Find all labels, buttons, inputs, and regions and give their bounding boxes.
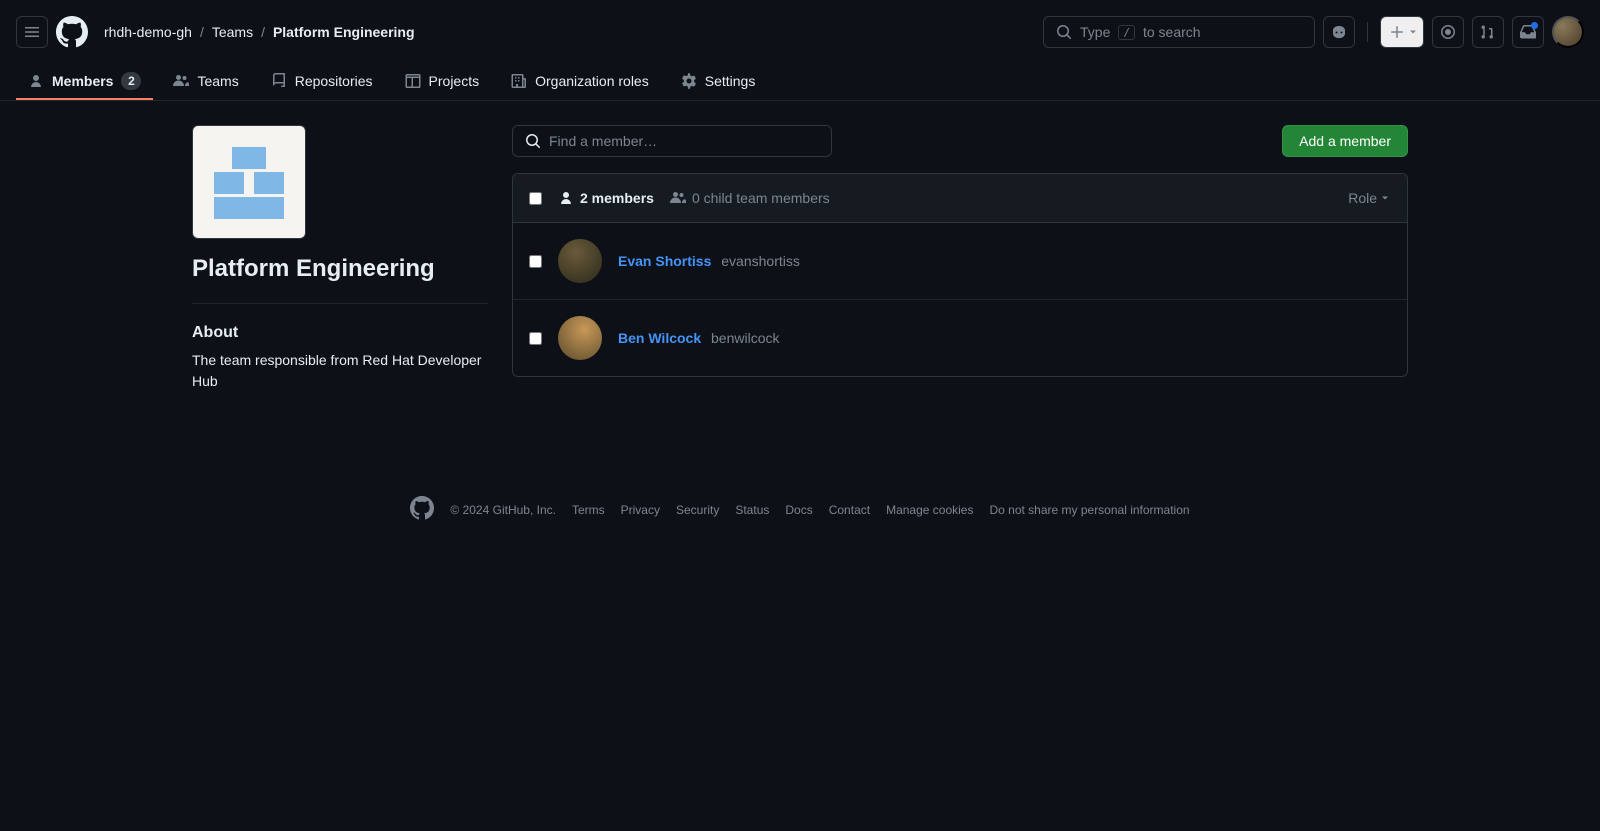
inbox-icon bbox=[1520, 24, 1536, 40]
team-avatar bbox=[192, 125, 306, 239]
header-actions: Type / to search bbox=[1043, 16, 1584, 48]
role-filter[interactable]: Role bbox=[1348, 190, 1391, 206]
divider bbox=[192, 303, 488, 304]
select-member-checkbox[interactable] bbox=[529, 255, 542, 268]
people-icon bbox=[670, 190, 686, 206]
tab-label: Settings bbox=[705, 73, 756, 89]
footer-link-privacy[interactable]: Privacy bbox=[621, 503, 660, 517]
footer-link-docs[interactable]: Docs bbox=[785, 503, 812, 517]
breadcrumb-sep: / bbox=[200, 24, 204, 40]
search-icon bbox=[525, 133, 541, 149]
member-name-link[interactable]: Ben Wilcock bbox=[618, 330, 701, 346]
copyright: © 2024 GitHub, Inc. bbox=[450, 503, 556, 517]
copilot-button[interactable] bbox=[1323, 16, 1355, 48]
members-count: 2 bbox=[121, 72, 141, 90]
caret-down-icon bbox=[1407, 26, 1419, 38]
team-name: Platform Engineering bbox=[192, 255, 488, 283]
github-logo-small[interactable] bbox=[410, 496, 434, 523]
footer-link-security[interactable]: Security bbox=[676, 503, 719, 517]
about-text: The team responsible from Red Hat Develo… bbox=[192, 350, 488, 392]
hamburger-icon bbox=[24, 24, 40, 40]
select-all-checkbox[interactable] bbox=[529, 192, 542, 205]
breadcrumb-org[interactable]: rhdh-demo-gh bbox=[104, 24, 192, 40]
member-name-link[interactable]: Evan Shortiss bbox=[618, 253, 711, 269]
member-info: Evan Shortiss evanshortiss bbox=[618, 253, 800, 269]
footer-link-cookies[interactable]: Manage cookies bbox=[886, 503, 973, 517]
main-content: Add a member 2 members 0 child team memb… bbox=[512, 125, 1408, 392]
issue-icon bbox=[1440, 24, 1456, 40]
team-tabs: Members 2 Teams Repositories Projects Or… bbox=[0, 64, 1600, 101]
caret-down-icon bbox=[1379, 192, 1391, 204]
tab-label: Organization roles bbox=[535, 73, 649, 89]
people-icon bbox=[173, 73, 189, 89]
footer-link-do-not-share[interactable]: Do not share my personal information bbox=[989, 503, 1189, 517]
footer-link-contact[interactable]: Contact bbox=[829, 503, 870, 517]
tab-settings[interactable]: Settings bbox=[669, 64, 768, 100]
footer-link-terms[interactable]: Terms bbox=[572, 503, 605, 517]
toolbar: Add a member bbox=[512, 125, 1408, 157]
user-avatar[interactable] bbox=[1552, 16, 1584, 48]
about-heading: About bbox=[192, 324, 488, 342]
member-avatar[interactable] bbox=[558, 239, 602, 283]
create-new-button[interactable] bbox=[1380, 16, 1424, 48]
main-container: Platform Engineering About The team resp… bbox=[160, 101, 1440, 416]
pull-request-icon bbox=[1480, 24, 1496, 40]
find-member-input[interactable] bbox=[549, 133, 819, 149]
copilot-icon bbox=[1331, 24, 1347, 40]
global-header: rhdh-demo-gh / Teams / Platform Engineer… bbox=[0, 0, 1600, 64]
person-icon bbox=[28, 73, 44, 89]
plus-icon bbox=[1389, 24, 1405, 40]
person-icon bbox=[558, 190, 574, 206]
tab-teams[interactable]: Teams bbox=[161, 64, 250, 100]
github-logo[interactable] bbox=[56, 16, 88, 48]
footer: © 2024 GitHub, Inc. Terms Privacy Securi… bbox=[160, 456, 1440, 563]
search-label: Type bbox=[1080, 24, 1110, 40]
child-members-label: 0 child team members bbox=[692, 190, 830, 206]
organization-icon bbox=[511, 73, 527, 89]
member-row: Evan Shortiss evanshortiss bbox=[513, 223, 1407, 300]
hamburger-button[interactable] bbox=[16, 16, 48, 48]
child-members-tab[interactable]: 0 child team members bbox=[670, 190, 830, 206]
select-member-checkbox[interactable] bbox=[529, 332, 542, 345]
members-box: 2 members 0 child team members Role Evan… bbox=[512, 173, 1408, 377]
breadcrumb-current: Platform Engineering bbox=[273, 24, 415, 40]
breadcrumb-sep: / bbox=[261, 24, 265, 40]
tab-label: Repositories bbox=[295, 73, 373, 89]
notifications-button[interactable] bbox=[1512, 16, 1544, 48]
role-label: Role bbox=[1348, 190, 1377, 206]
global-search[interactable]: Type / to search bbox=[1043, 16, 1315, 48]
tab-label: Members bbox=[52, 73, 113, 89]
breadcrumb-teams[interactable]: Teams bbox=[212, 24, 253, 40]
pull-requests-button[interactable] bbox=[1472, 16, 1504, 48]
member-info: Ben Wilcock benwilcock bbox=[618, 330, 780, 346]
tab-repositories[interactable]: Repositories bbox=[259, 64, 385, 100]
tab-projects[interactable]: Projects bbox=[393, 64, 492, 100]
search-icon bbox=[1056, 24, 1072, 40]
members-count-tab[interactable]: 2 members bbox=[558, 190, 654, 206]
sidebar: Platform Engineering About The team resp… bbox=[192, 125, 488, 392]
repo-icon bbox=[271, 73, 287, 89]
tab-label: Teams bbox=[197, 73, 238, 89]
tab-label: Projects bbox=[429, 73, 480, 89]
divider bbox=[1367, 22, 1368, 42]
member-avatar[interactable] bbox=[558, 316, 602, 360]
team-avatar-icon bbox=[204, 137, 294, 227]
issues-button[interactable] bbox=[1432, 16, 1464, 48]
find-member-field[interactable] bbox=[512, 125, 832, 157]
footer-link-status[interactable]: Status bbox=[735, 503, 769, 517]
search-kbd: / bbox=[1118, 25, 1135, 40]
member-username: benwilcock bbox=[711, 330, 779, 346]
gear-icon bbox=[681, 73, 697, 89]
member-row: Ben Wilcock benwilcock bbox=[513, 300, 1407, 376]
members-count-label: 2 members bbox=[580, 190, 654, 206]
tab-org-roles[interactable]: Organization roles bbox=[499, 64, 661, 100]
members-box-header: 2 members 0 child team members Role bbox=[513, 174, 1407, 223]
search-suffix: to search bbox=[1143, 24, 1201, 40]
add-member-button[interactable]: Add a member bbox=[1282, 125, 1408, 157]
table-icon bbox=[405, 73, 421, 89]
breadcrumb: rhdh-demo-gh / Teams / Platform Engineer… bbox=[104, 24, 415, 40]
member-username: evanshortiss bbox=[721, 253, 800, 269]
tab-members[interactable]: Members 2 bbox=[16, 64, 153, 100]
